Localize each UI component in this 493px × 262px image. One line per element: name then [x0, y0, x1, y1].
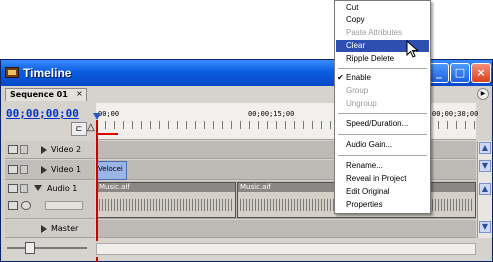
scroll-down-icon[interactable]: ▼ [479, 160, 491, 172]
keyframe-icon[interactable] [21, 201, 31, 210]
track-name: Video 2 [51, 145, 82, 154]
eye-icon[interactable] [8, 145, 18, 154]
bottom-bar [3, 241, 490, 257]
scroll-up-icon[interactable]: ▲ [479, 183, 491, 195]
scroll-down-icon[interactable]: ▼ [479, 221, 491, 233]
tab-sequence-01[interactable]: Sequence 01 × [5, 88, 87, 101]
track-header-video1: Video 1 [5, 160, 95, 180]
waveform [99, 199, 233, 211]
timeline-window-icon [5, 67, 19, 78]
snap-icon[interactable]: ⊏ [71, 122, 87, 136]
context-menu: Cut Copy Paste Attributes Clear Ripple D… [334, 0, 431, 214]
track-header-master: Master [5, 220, 95, 238]
track-master[interactable] [96, 220, 476, 238]
timecode-display[interactable]: 00;00;00;00 [6, 107, 79, 120]
track-header-audio1: Audio 1 [5, 181, 95, 219]
menu-separator [338, 68, 427, 69]
clip-label: Music.aif [97, 183, 235, 192]
display-style-icon[interactable] [8, 201, 18, 210]
tab-label: Sequence 01 [10, 90, 68, 99]
audio-clip-1[interactable]: Music.aif [96, 182, 236, 218]
ruler-label-end: 00;00;30;00 [432, 110, 479, 118]
video-clip[interactable]: Velocei [96, 161, 127, 180]
zoom-slider[interactable] [7, 247, 87, 249]
menu-item-ungroup: Ungroup [346, 99, 377, 108]
clip-label: Velocei [98, 165, 123, 173]
speaker-icon[interactable] [8, 184, 18, 193]
track-name: Audio 1 [47, 184, 78, 193]
menu-item-group: Group [346, 86, 369, 95]
track-name: Master [51, 224, 79, 233]
panel-menu-icon[interactable]: ▶ [477, 88, 489, 100]
window-title: Timeline [23, 66, 72, 80]
lock-icon[interactable] [20, 184, 28, 193]
minimize-button[interactable]: _ [429, 63, 449, 83]
menu-item-copy[interactable]: Copy [336, 14, 429, 26]
menu-separator [338, 113, 427, 114]
lock-icon[interactable] [20, 145, 28, 154]
eye-icon[interactable] [8, 165, 18, 174]
zoom-slider-knob[interactable] [25, 242, 35, 254]
menu-separator [338, 155, 427, 156]
menu-item-paste-attributes: Paste Attributes [346, 28, 403, 37]
track-name: Video 1 [51, 165, 82, 174]
ruler-label-start: 00;00 [98, 110, 120, 118]
maximize-button[interactable]: □ [450, 63, 470, 83]
tab-close-icon[interactable]: × [76, 89, 83, 98]
expand-triangle-icon[interactable] [41, 166, 47, 174]
keyframe-navigator[interactable] [45, 201, 83, 210]
vertical-scrollbar[interactable]: ▲ ▼ ▲ ▼ [477, 141, 492, 238]
menu-separator [338, 134, 427, 135]
menu-item-enable[interactable]: Enable [336, 72, 429, 84]
ruler-label-mid: 00;00;15;00 [248, 110, 295, 118]
work-area-bar[interactable] [98, 133, 118, 135]
menu-item-audio-gain[interactable]: Audio Gain... [336, 139, 429, 151]
menu-item-reveal-in-project[interactable]: Reveal in Project [336, 173, 429, 185]
menu-item-cut[interactable]: Cut [336, 2, 429, 14]
menu-item-properties[interactable]: Properties [336, 199, 429, 211]
collapse-triangle-icon[interactable] [34, 185, 42, 191]
horizontal-scrollbar[interactable] [96, 243, 476, 255]
playhead-handle[interactable] [93, 113, 101, 120]
expand-triangle-icon[interactable] [41, 146, 47, 154]
menu-item-rename[interactable]: Rename... [336, 160, 429, 172]
track-header-video2: Video 2 [5, 141, 95, 159]
expand-triangle-icon[interactable] [41, 225, 47, 233]
lock-icon[interactable] [20, 165, 28, 174]
menu-item-speed-duration[interactable]: Speed/Duration... [336, 118, 429, 130]
menu-item-edit-original[interactable]: Edit Original [336, 186, 429, 198]
close-button[interactable]: × [471, 63, 491, 83]
scroll-up-icon[interactable]: ▲ [479, 142, 491, 154]
mouse-pointer-icon [406, 40, 419, 58]
